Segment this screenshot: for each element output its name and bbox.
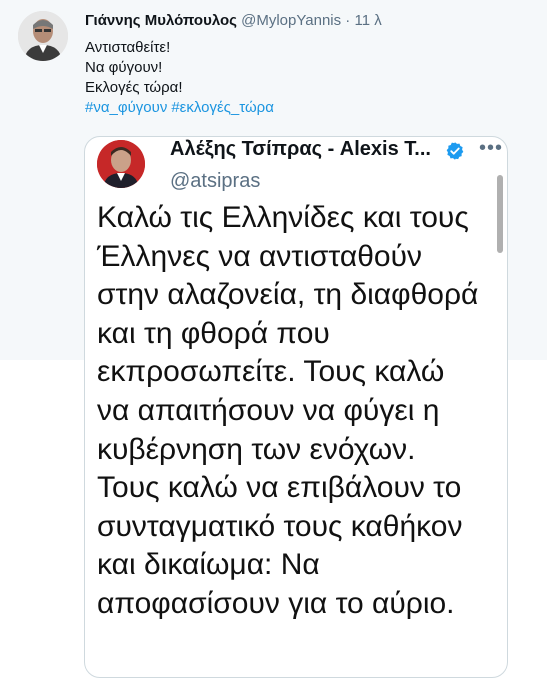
embedded-line: στην αλαζονεία, τη διαφθορά — [97, 278, 479, 312]
embedded-tweet-text: Καλώ τις Ελληνίδες και τους Έλληνες να α… — [97, 199, 497, 624]
tweet-line: Να φύγουν! — [85, 59, 163, 76]
tweet-text: Αντισταθείτε! Να φύγουν! Εκλογές τώρα! #… — [85, 38, 278, 118]
scrollbar-thumb[interactable] — [497, 175, 503, 253]
embedded-line: Καλώ τις Ελληνίδες και τους — [97, 201, 469, 234]
author-handle[interactable]: @MylopYannis — [241, 12, 341, 29]
embedded-line: και δικαίωμα: Να — [97, 548, 320, 582]
embedded-line: και τη φθορά που — [97, 316, 330, 350]
hashtag-link[interactable]: #να_φύγουν — [85, 99, 167, 116]
verified-badge-icon — [445, 141, 465, 166]
embedded-author-name[interactable]: Αλέξης Τσίπρας - Alexis T... — [170, 138, 431, 161]
hashtag-link[interactable]: #εκλογές_τώρα — [171, 99, 274, 116]
more-options-icon[interactable]: ••• — [479, 137, 503, 160]
tweet-line: Αντισταθείτε! — [85, 39, 171, 56]
embedded-line: Έλληνες να αντισταθούν — [97, 239, 422, 273]
embedded-line: Τους καλώ να επιβάλουν το — [97, 471, 462, 505]
tweet-line: Εκλογές τώρα! — [85, 79, 183, 96]
author-avatar[interactable] — [18, 11, 68, 61]
author-name[interactable]: Γιάννης Μυλόπουλος — [85, 12, 237, 29]
tweet-timestamp[interactable]: 11 λ — [354, 12, 381, 29]
embedded-tweet-card[interactable]: Αλέξης Τσίπρας - Alexis T... ••• @atsipr… — [84, 136, 508, 678]
embedded-line: να απαιτήσουν να φύγει η — [97, 393, 440, 427]
embedded-author-handle[interactable]: @atsipras — [170, 170, 260, 193]
embedded-line: κυβέρνηση των ενόχων. — [97, 432, 416, 466]
embedded-line: αποφασίσουν για το αύριο. — [97, 586, 455, 620]
embedded-line: συνταγματικό τους καθήκον — [97, 509, 463, 543]
embedded-line: εκπροσωπείτε. Τους καλώ — [97, 355, 445, 389]
hashtag-row: #να_φύγουν #εκλογές_τώρα — [85, 98, 278, 118]
tweet-header: Γιάννης Μυλόπουλος @MylopYannis · 11 λ — [85, 12, 382, 29]
embedded-author-avatar[interactable] — [97, 140, 145, 188]
separator-dot: · — [345, 12, 351, 29]
